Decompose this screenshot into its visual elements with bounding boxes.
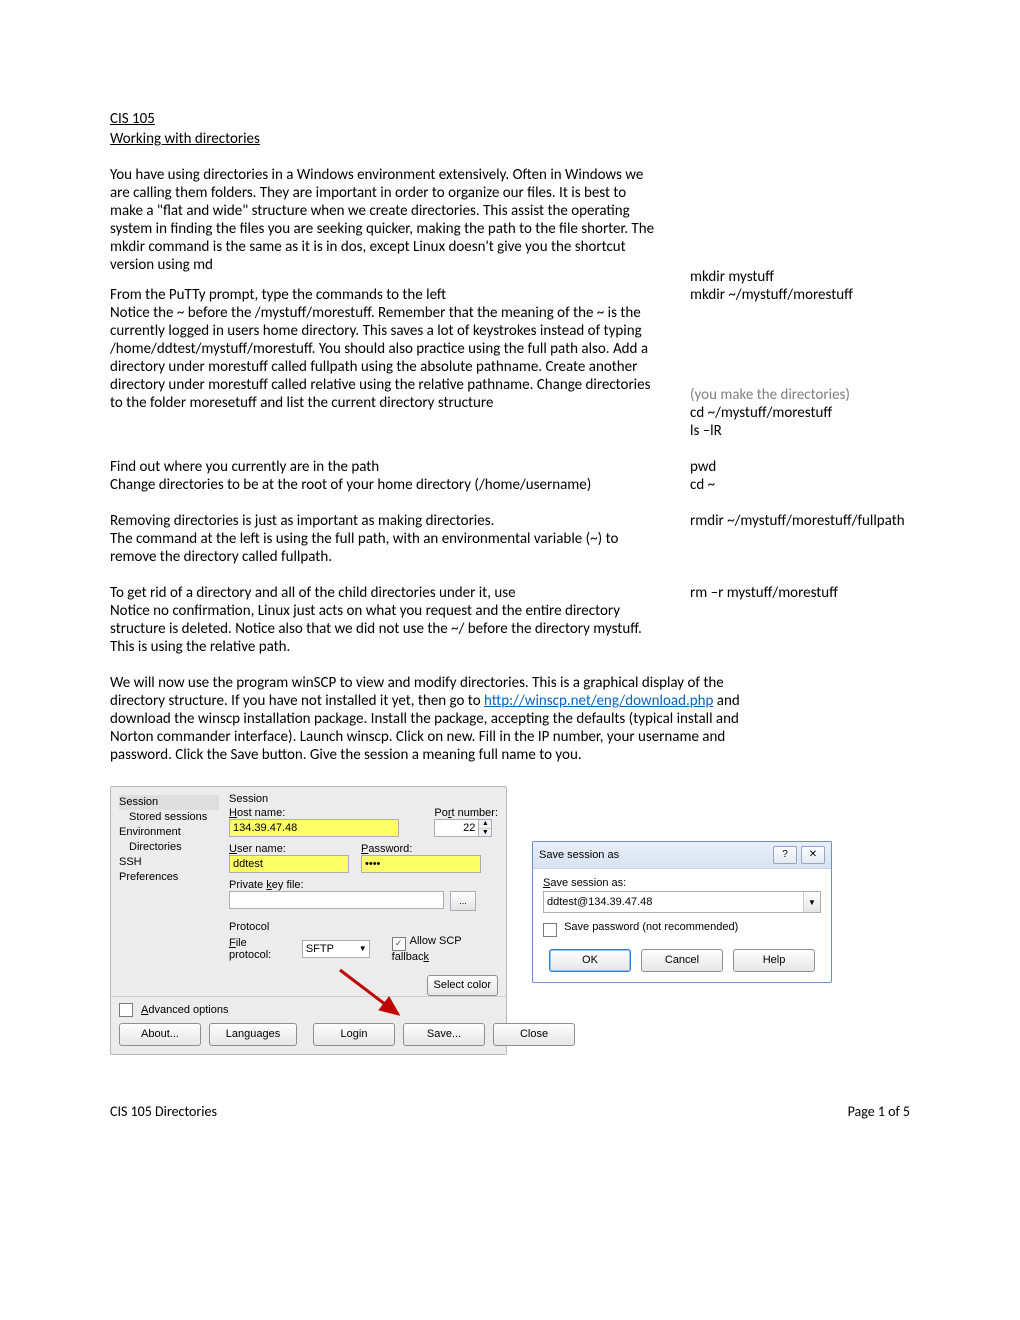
- password-input[interactable]: [361, 855, 481, 873]
- help-button[interactable]: Help: [733, 949, 815, 972]
- chevron-down-icon: ▼: [803, 892, 820, 912]
- putty-line: From the PuTTy prompt, type the commands…: [110, 286, 690, 304]
- pkf-input[interactable]: [229, 891, 444, 909]
- save-button[interactable]: Save...: [403, 1023, 485, 1046]
- cmd-cd-morestuff: cd ~/mystuff/morestuff: [690, 404, 850, 422]
- cmd-lsr: ls –lR: [690, 422, 850, 440]
- pkf-browse-button[interactable]: ...: [450, 891, 476, 911]
- host-label: Host name:: [229, 807, 399, 819]
- password-label: Password:: [361, 843, 481, 855]
- close-icon[interactable]: ✕: [801, 846, 825, 864]
- fileproto-label: File protocol:: [229, 937, 290, 961]
- cmd-rmr: rm –r mystuff/morestuff: [690, 584, 838, 602]
- rmdir-block: Removing directories is just as importan…: [110, 512, 660, 530]
- tree-item-environment[interactable]: Environment: [119, 825, 219, 840]
- about-button[interactable]: About...: [119, 1023, 201, 1046]
- cmd-mkdir2: mkdir ~/mystuff/morestuff: [690, 286, 853, 304]
- select-color-button[interactable]: Select color: [427, 975, 498, 996]
- port-spinner[interactable]: ▲▼: [479, 819, 492, 837]
- fileproto-select[interactable]: SFTP ▼: [302, 940, 370, 958]
- tree-item-preferences[interactable]: Preferences: [119, 870, 219, 885]
- save-session-combo[interactable]: ddtest@134.39.47.48 ▼: [543, 891, 821, 913]
- port-input[interactable]: [434, 819, 479, 837]
- intro-text: You have using directories in a Windows …: [110, 166, 654, 274]
- cdhome-line: Change directories to be at the root of …: [110, 476, 690, 494]
- find-line: Find out where you currently are in the …: [110, 458, 690, 476]
- login-dialog: Session Stored sessions Environment Dire…: [110, 786, 507, 1055]
- tree-item-stored-sessions[interactable]: Stored sessions: [119, 810, 219, 825]
- tree-item-ssh[interactable]: SSH: [119, 855, 219, 870]
- help-icon[interactable]: ?: [773, 846, 797, 864]
- host-input[interactable]: [229, 819, 399, 837]
- adv-label: Advanced options: [141, 1004, 228, 1016]
- ok-button[interactable]: OK: [549, 949, 631, 972]
- port-label: Port number:: [434, 807, 498, 819]
- rm-block: To get rid of a directory and all of the…: [110, 584, 660, 602]
- fileproto-value: SFTP: [306, 943, 334, 955]
- settings-tree[interactable]: Session Stored sessions Environment Dire…: [119, 793, 219, 996]
- group-protocol-label: Protocol: [229, 921, 498, 933]
- group-session-label: Session: [229, 793, 498, 805]
- footer-left: CIS 105 Directories: [110, 1103, 217, 1120]
- save-session-label: Save session as:: [543, 877, 821, 889]
- user-input[interactable]: [229, 855, 349, 873]
- notice-block: Notice the ~ before the /mystuff/morestu…: [110, 304, 690, 412]
- topic-header: Working with directories: [110, 130, 910, 148]
- checkbox-unchecked-icon: ✓: [119, 1003, 133, 1017]
- tree-item-directories[interactable]: Directories: [119, 840, 219, 855]
- languages-button[interactable]: Languages: [209, 1023, 297, 1046]
- cmd-pwd: pwd: [690, 458, 716, 476]
- checkbox-unchecked-icon: ✓: [543, 923, 557, 937]
- savepw-label: Save password (not recommended): [564, 921, 738, 933]
- winscp-link[interactable]: http://winscp.net/eng/download.php: [484, 692, 713, 710]
- save-session-dialog: Save session as ? ✕ Save session as: ddt…: [532, 841, 832, 983]
- footer-right: Page 1 of 5: [848, 1103, 910, 1120]
- pkf-label: Private key file:: [229, 879, 498, 891]
- login-button[interactable]: Login: [313, 1023, 395, 1046]
- allow-scp-fallback[interactable]: ✓Allow SCP fallback: [392, 935, 498, 963]
- cancel-button[interactable]: Cancel: [641, 949, 723, 972]
- save-session-value: ddtest@134.39.47.48: [544, 892, 803, 912]
- cmd-cdhome: cd ~: [690, 476, 715, 494]
- course-header: CIS 105: [110, 110, 910, 128]
- rmdir-cont: The command at the left is using the ful…: [110, 530, 660, 566]
- save-password-checkbox[interactable]: ✓ Save password (not recommended): [543, 921, 821, 937]
- save-session-title: Save session as: [539, 849, 769, 861]
- rm-cont: Notice no confirmation, Linux just acts …: [110, 602, 660, 656]
- checkbox-checked-icon: ✓: [392, 937, 406, 951]
- cmd-youmake: (you make the directories): [690, 386, 850, 404]
- close-button[interactable]: Close: [493, 1023, 575, 1046]
- advanced-options-checkbox[interactable]: ✓ Advanced options: [119, 1003, 498, 1017]
- user-label: User name:: [229, 843, 349, 855]
- tree-item-session[interactable]: Session: [119, 795, 219, 810]
- chevron-down-icon: ▼: [359, 944, 367, 953]
- cmd-rmdir: rmdir ~/mystuff/morestuff/fullpath: [690, 512, 905, 530]
- cmd-mkdir1: mkdir mystuff: [690, 166, 774, 286]
